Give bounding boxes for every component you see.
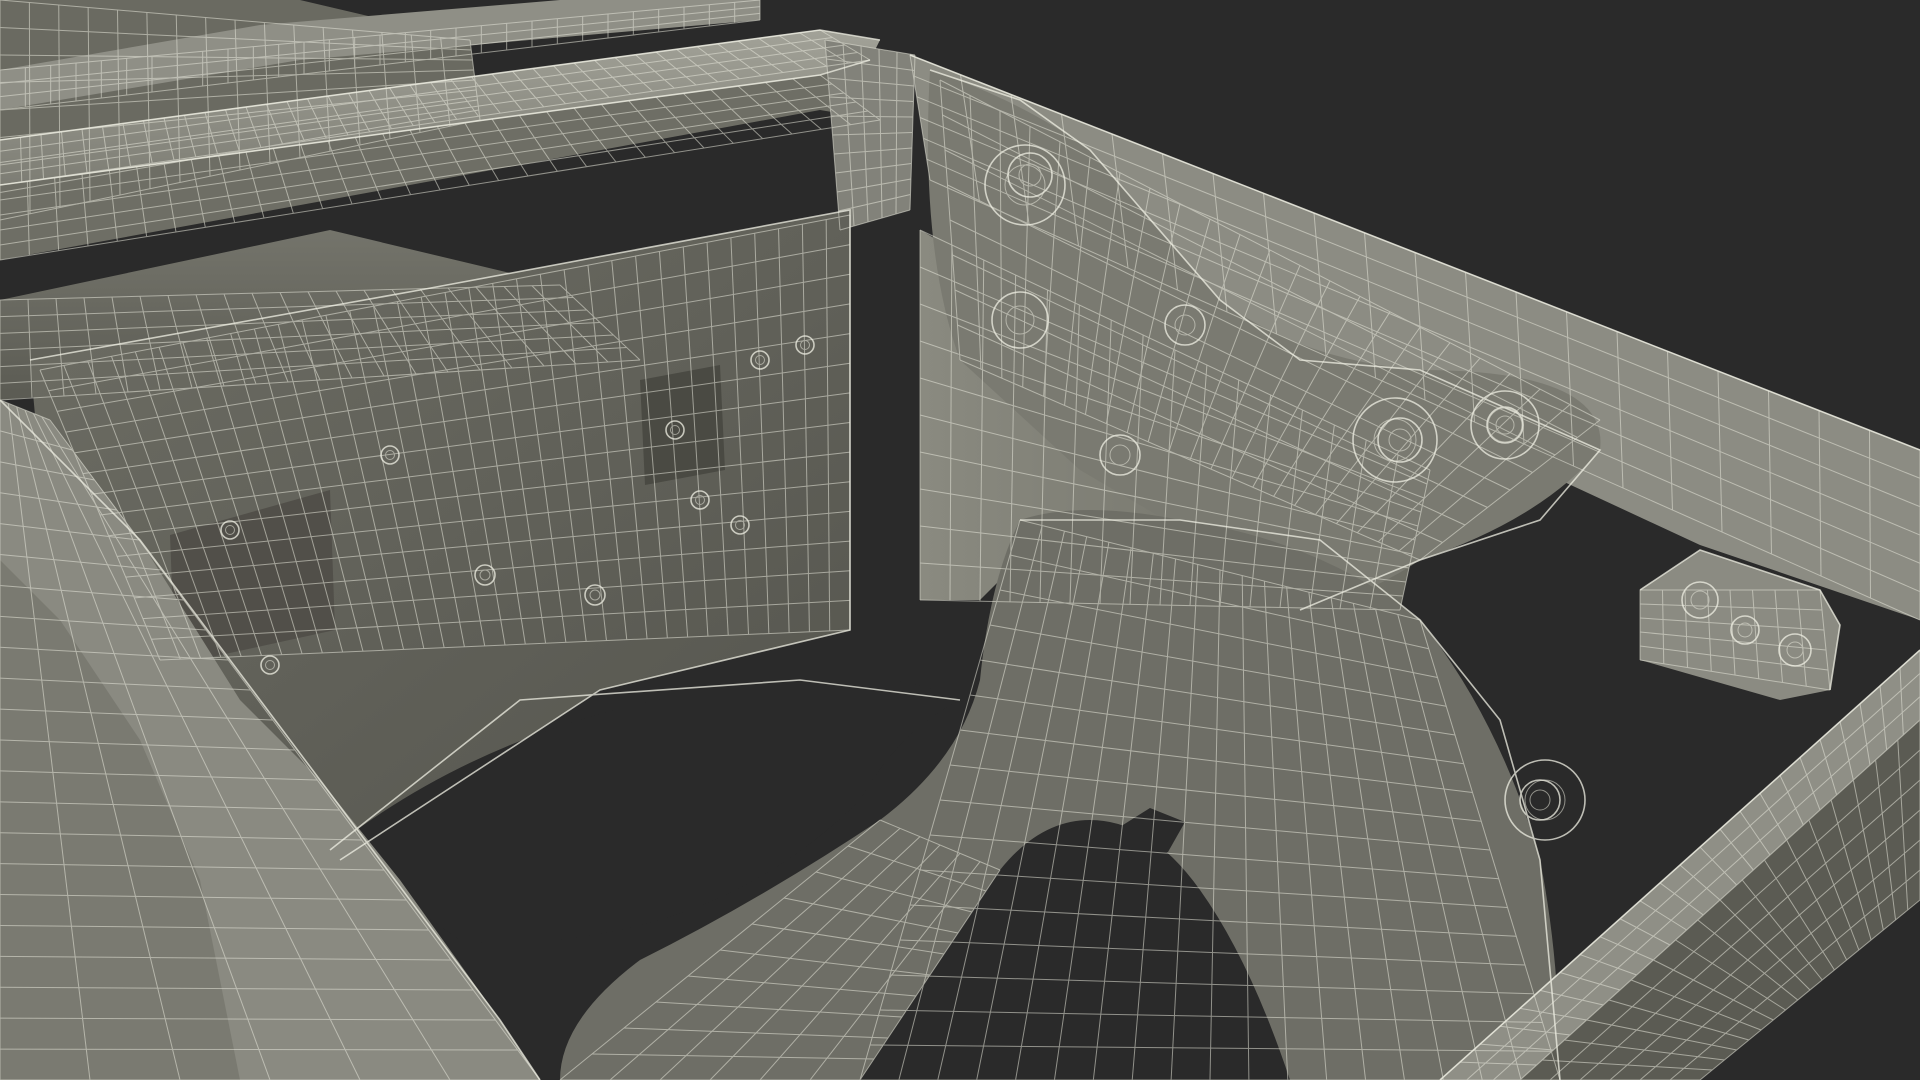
3d-viewport[interactable] — [0, 0, 1920, 1080]
wireframe-render — [0, 0, 1920, 1080]
